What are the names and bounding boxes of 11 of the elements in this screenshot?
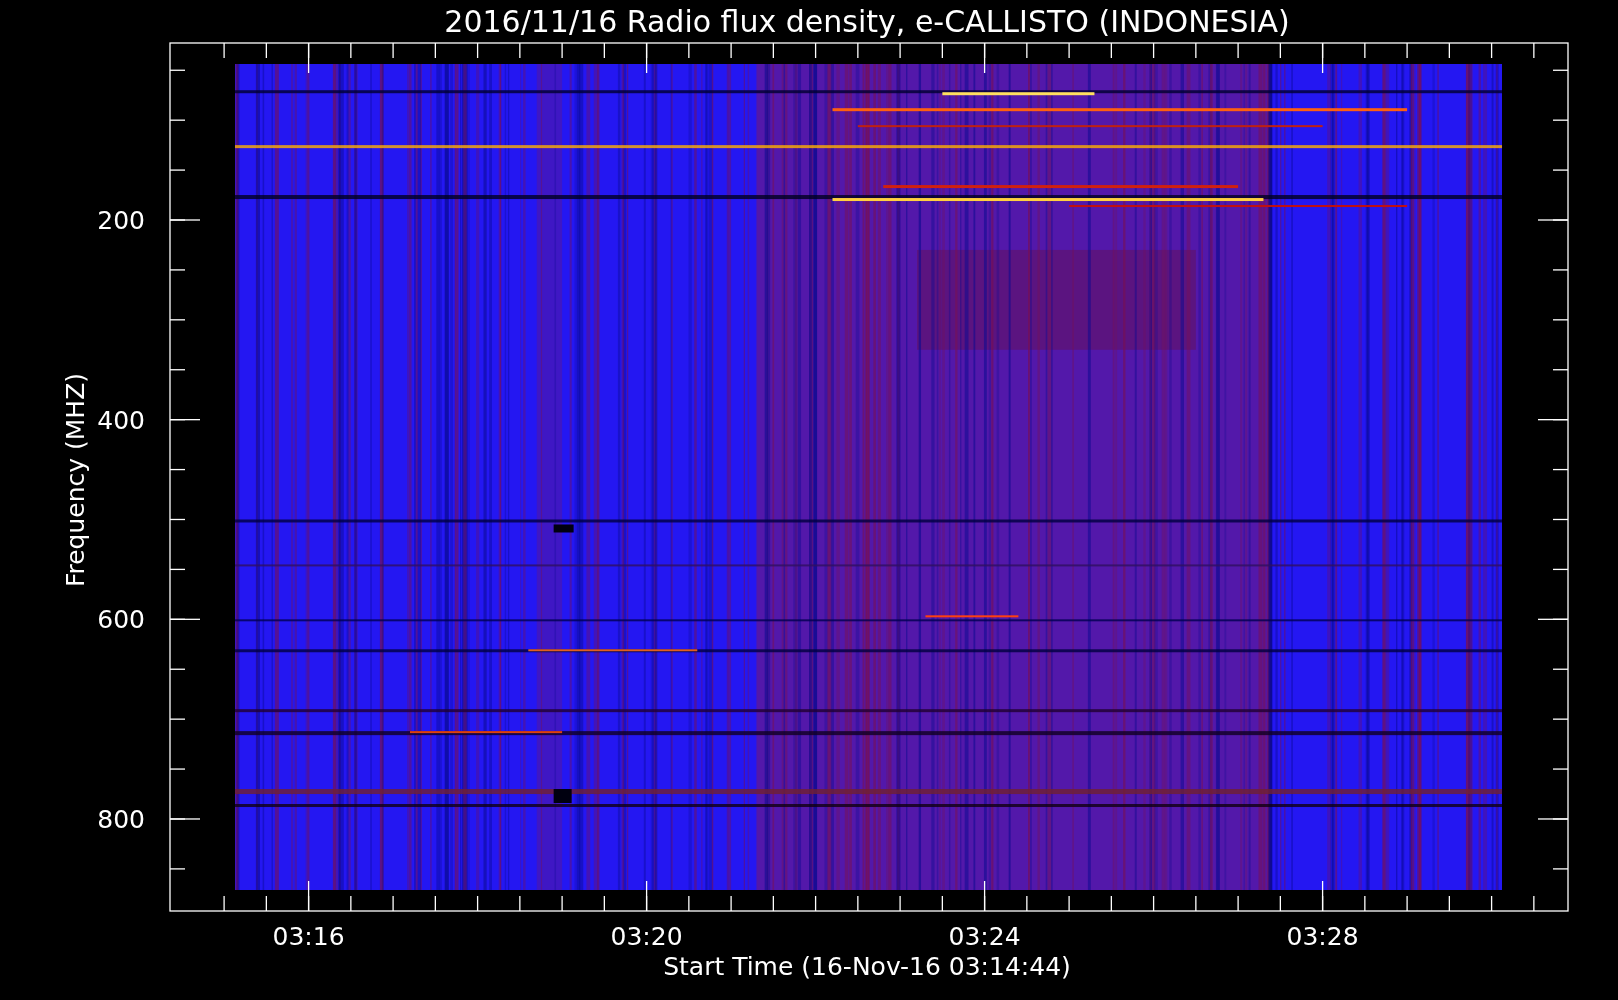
y-axis-label: Frequency (MHZ)	[61, 372, 90, 588]
chart-title: 2016/11/16 Radio flux density, e-CALLISTO (INDONESIA)	[444, 4, 1290, 39]
y-tick-label: 400	[97, 405, 145, 435]
x-axis-label: Start Time (16-Nov-16 03:14:44)	[663, 952, 1071, 981]
x-tick-label: 03:28	[1286, 922, 1359, 951]
y-tick-label: 800	[97, 805, 145, 834]
y-tick-label: 200	[97, 206, 145, 235]
x-tick-label: 03:16	[272, 922, 345, 951]
x-tick-label: 03:20	[610, 922, 683, 951]
y-tick-label: 600	[97, 605, 145, 635]
x-tick-label: 03:24	[948, 922, 1021, 951]
